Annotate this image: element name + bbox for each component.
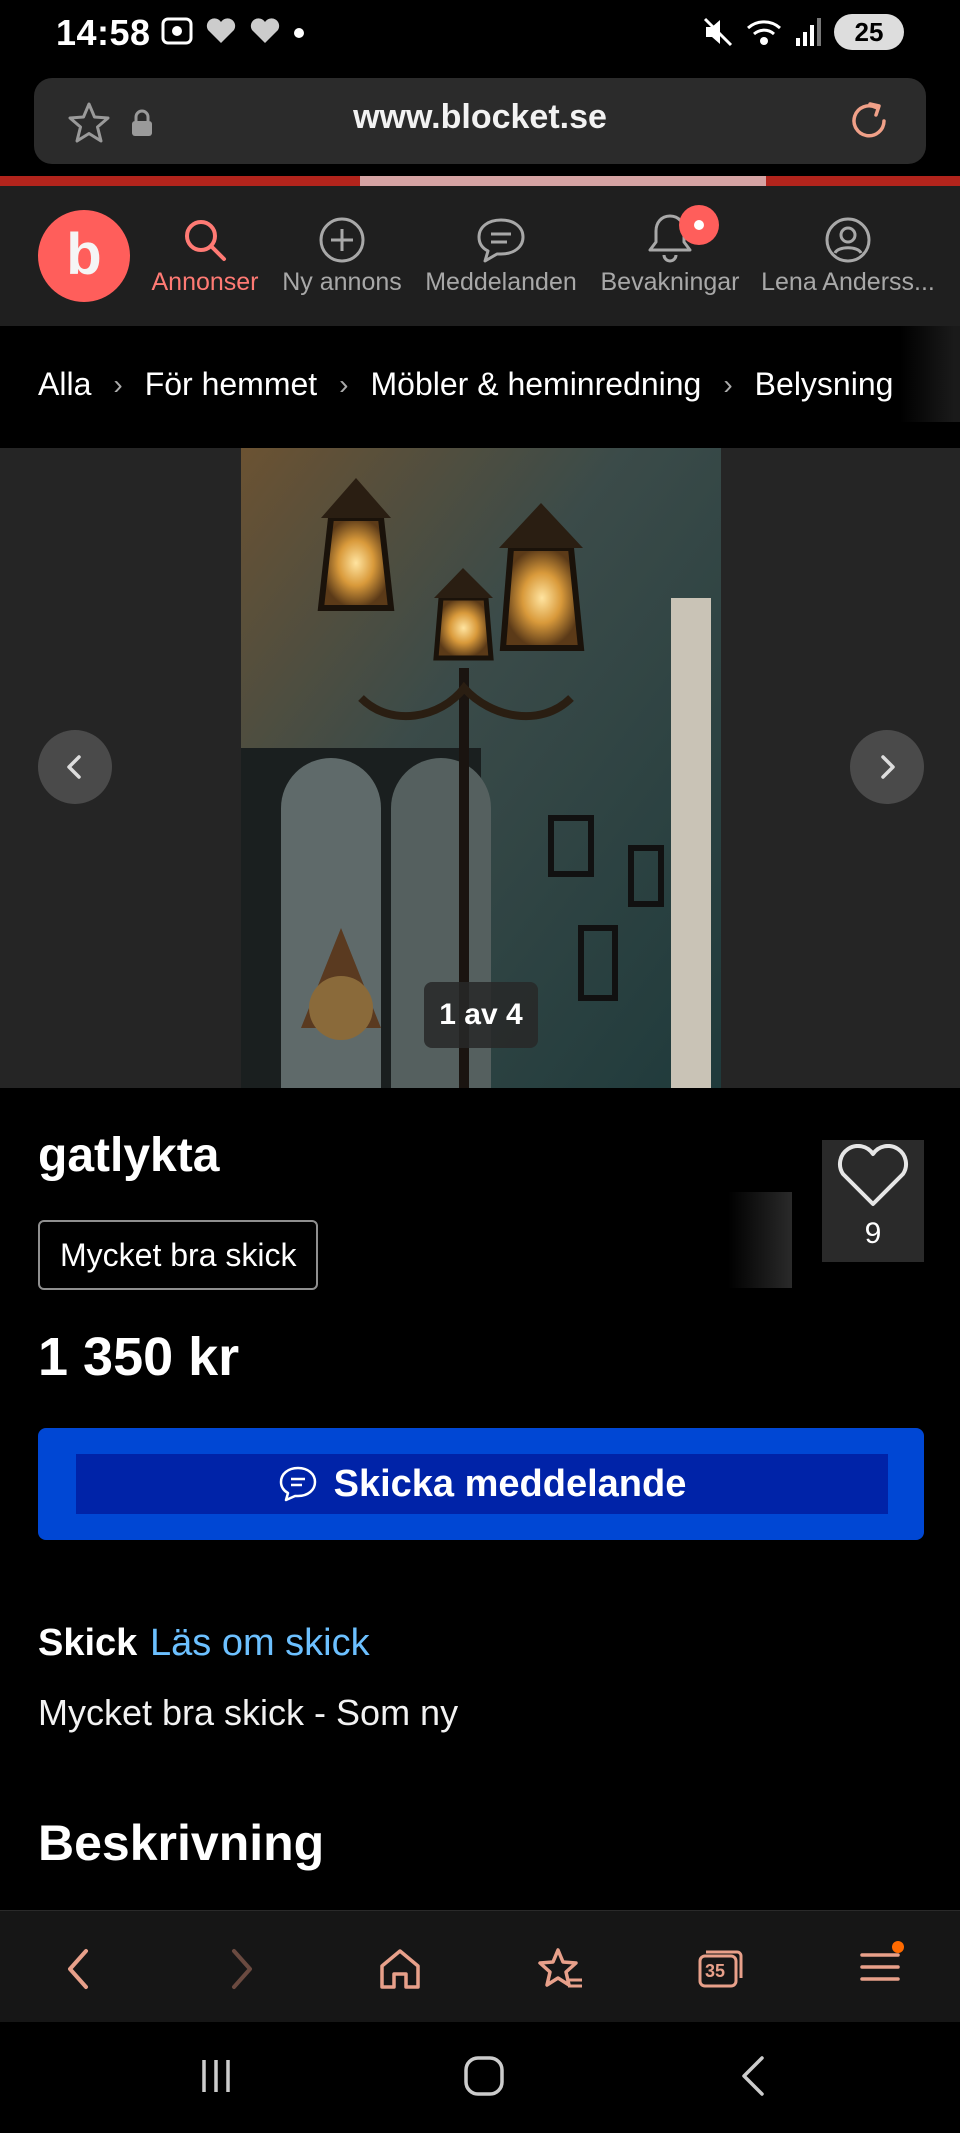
chat-icon xyxy=(424,212,578,268)
condition-value: Mycket bra skick - Som ny xyxy=(38,1692,459,1733)
page-load-progress-highlight xyxy=(360,176,766,186)
system-navigation-bar xyxy=(0,2022,960,2133)
notification-icons xyxy=(160,16,306,46)
hamburger-menu-icon xyxy=(858,1940,904,1992)
gallery-prev-button[interactable] xyxy=(38,730,112,804)
breadcrumb-item[interactable]: Möbler & heminredning xyxy=(371,366,702,403)
system-status-icons: 25 xyxy=(702,14,904,50)
back-nav-icon xyxy=(742,2056,764,2096)
chevron-right-icon: › xyxy=(723,368,733,400)
breadcrumb-item[interactable]: För hemmet xyxy=(145,366,317,403)
image-counter: 1 av 4 xyxy=(424,982,538,1048)
back-nav-button[interactable] xyxy=(724,2046,784,2106)
menu-button[interactable] xyxy=(850,1940,910,1997)
site-header: b Annonser Ny annons Meddelanden Bevakni… xyxy=(0,186,960,326)
browser-toolbar: 35 xyxy=(0,1910,960,2023)
heart-notification-icon xyxy=(250,18,280,43)
back-icon xyxy=(68,1949,88,1989)
address-bar[interactable]: www.blocket.se xyxy=(34,78,926,164)
battery-indicator: 25 xyxy=(834,14,904,50)
tabs-button[interactable]: 35 xyxy=(690,1941,750,1997)
home-button[interactable] xyxy=(370,1941,430,1997)
send-message-button[interactable]: Skicka meddelande xyxy=(38,1428,924,1540)
screenshot-icon xyxy=(161,17,193,45)
recent-apps-icon xyxy=(202,2060,230,2092)
favorite-shadow xyxy=(728,1192,792,1288)
user-icon xyxy=(760,212,936,268)
nav-meddelanden[interactable]: Meddelanden xyxy=(424,212,578,297)
condition-label: Skick xyxy=(38,1622,138,1664)
listing-price: 1 350 kr xyxy=(38,1327,240,1387)
condition-info-link[interactable]: Läs om skick xyxy=(150,1622,370,1665)
send-message-label: Skicka meddelande xyxy=(333,1462,687,1505)
nav-label: Meddelanden xyxy=(425,268,577,296)
search-icon xyxy=(150,212,260,268)
forward-icon xyxy=(232,1949,252,1989)
heart-icon xyxy=(837,1144,909,1206)
bell-icon xyxy=(600,204,740,268)
tabs-icon: 35 xyxy=(697,1948,743,1990)
favorite-count: 9 xyxy=(864,1217,882,1250)
gallery-next-button[interactable] xyxy=(850,730,924,804)
heart-notification-icon xyxy=(206,18,236,43)
bookmarks-star-icon xyxy=(538,1948,582,1988)
listing-title: gatlykta xyxy=(38,1129,220,1182)
url-text[interactable]: www.blocket.se xyxy=(34,98,926,137)
chevron-right-icon: › xyxy=(339,368,349,400)
breadcrumb-item[interactable]: Belysning xyxy=(755,366,894,403)
dot-icon xyxy=(294,28,304,38)
status-time: 14:58 xyxy=(56,12,151,53)
home-nav-button[interactable] xyxy=(454,2046,514,2106)
nav-annonser[interactable]: Annonser xyxy=(150,212,260,297)
favorite-button[interactable]: 9 xyxy=(822,1140,924,1262)
chevron-left-icon xyxy=(67,755,81,779)
nav-ny-annons[interactable]: Ny annons xyxy=(280,212,404,297)
home-square-icon xyxy=(464,2056,504,2096)
notification-badge xyxy=(679,204,719,245)
chevron-right-icon: › xyxy=(113,368,123,400)
nav-label: Annonser xyxy=(151,268,259,296)
mute-icon xyxy=(703,17,733,47)
condition-tag: Mycket bra skick xyxy=(38,1220,319,1290)
blocket-logo[interactable]: b xyxy=(38,210,130,302)
reload-icon[interactable] xyxy=(846,98,892,149)
nav-label: Bevakningar xyxy=(600,268,740,296)
nav-bevakningar[interactable]: Bevakningar xyxy=(600,204,740,297)
chevron-right-icon xyxy=(881,755,895,779)
forward-button[interactable] xyxy=(212,1941,272,1997)
image-gallery: 1 av 4 xyxy=(0,448,960,1088)
send-message-focus-area: Skicka meddelande xyxy=(76,1454,888,1514)
breadcrumb: Alla › För hemmet › Möbler & heminrednin… xyxy=(0,326,960,448)
description-heading: Beskrivning xyxy=(38,1815,325,1871)
breadcrumb-item[interactable]: Alla xyxy=(38,366,91,403)
nav-profile[interactable]: Lena Anderss... xyxy=(760,212,936,297)
recent-apps-button[interactable] xyxy=(186,2046,246,2106)
nav-label: Lena Anderss... xyxy=(761,268,935,296)
back-button[interactable] xyxy=(48,1941,108,1997)
plus-circle-icon xyxy=(280,212,404,268)
status-bar: 14:58 25 xyxy=(0,0,960,70)
home-icon xyxy=(380,1949,420,1989)
chat-icon xyxy=(279,1466,316,1502)
tab-count: 35 xyxy=(705,1961,726,1981)
menu-notification-dot xyxy=(892,1940,904,1953)
breadcrumb-scroll-fade xyxy=(900,326,960,422)
nav-label: Ny annons xyxy=(282,268,402,296)
logo-letter: b xyxy=(66,221,102,287)
wifi-icon xyxy=(747,20,781,45)
bookmarks-button[interactable] xyxy=(530,1941,590,1997)
signal-icon xyxy=(796,18,821,46)
